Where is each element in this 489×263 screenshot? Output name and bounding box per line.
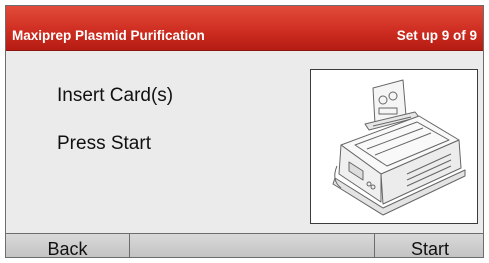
protocol-title: Maxiprep Plasmid Purification [12, 28, 205, 43]
instrument-screen: Maxiprep Plasmid Purification Set up 9 o… [5, 5, 484, 258]
main-content: Insert Card(s) Press Start [6, 51, 483, 228]
start-button[interactable]: Start [375, 234, 483, 257]
instrument-illustration [310, 69, 478, 224]
back-button[interactable]: Back [6, 234, 130, 257]
softkey-bar: Back Start [6, 233, 483, 257]
instruction-insert-cards: Insert Card(s) [57, 85, 174, 106]
instrument-with-card-icon [332, 79, 466, 216]
instruction-press-start: Press Start [57, 133, 151, 154]
title-bar: Maxiprep Plasmid Purification Set up 9 o… [6, 6, 483, 51]
step-indicator: Set up 9 of 9 [396, 28, 477, 43]
middle-softkey[interactable] [130, 234, 375, 257]
